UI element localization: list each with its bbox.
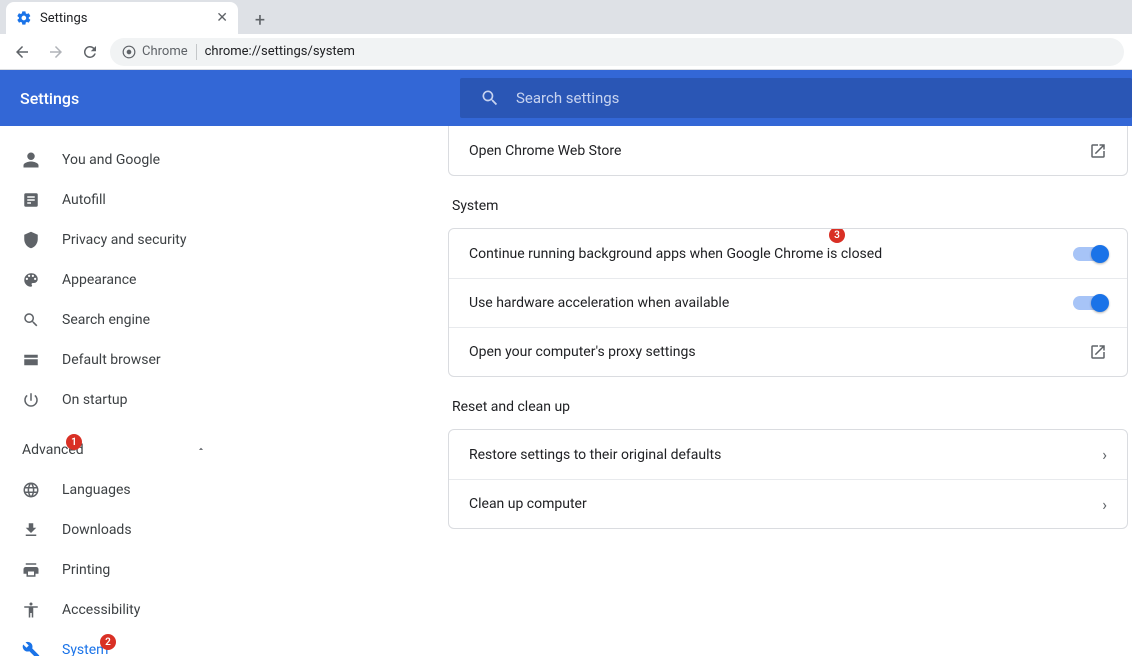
chrome-icon xyxy=(122,45,136,59)
settings-header: Settings Search settings xyxy=(0,70,1132,126)
sidebar-label: Languages xyxy=(62,482,131,498)
row-open-web-store[interactable]: Open Chrome Web Store xyxy=(449,126,1127,175)
omnibox-label: Chrome xyxy=(142,44,188,59)
omnibox-url: chrome://settings/system xyxy=(205,44,355,59)
sidebar-label: Search engine xyxy=(62,312,150,328)
row-label: Open Chrome Web Store xyxy=(469,143,621,159)
omnibox-divider xyxy=(196,44,197,60)
forward-button[interactable] xyxy=(42,38,70,66)
settings-main: Open Chrome Web Store System Continue ru… xyxy=(248,126,1132,656)
tab-title: Settings xyxy=(40,11,87,26)
card-reset: Restore settings to their original defau… xyxy=(448,429,1128,529)
sidebar-label: Printing xyxy=(62,562,110,578)
sidebar-item-search-engine[interactable]: Search engine xyxy=(0,300,248,340)
tab-strip: Settings ✕ + xyxy=(0,0,1132,34)
annotation-badge-3: 3 xyxy=(829,228,845,243)
sidebar-item-privacy[interactable]: Privacy and security xyxy=(0,220,248,260)
sidebar-label: Default browser xyxy=(62,352,161,368)
new-tab-button[interactable]: + xyxy=(246,6,274,34)
row-background-apps[interactable]: Continue running background apps when Go… xyxy=(449,229,1127,278)
sidebar-item-on-startup[interactable]: On startup xyxy=(0,380,248,420)
row-label: Open your computer's proxy settings xyxy=(469,344,696,360)
sidebar-label: Downloads xyxy=(62,522,132,538)
sidebar-item-appearance[interactable]: Appearance xyxy=(0,260,248,300)
search-settings-input[interactable]: Search settings xyxy=(460,78,1132,118)
open-external-icon xyxy=(1089,343,1107,361)
sidebar-item-you-and-google[interactable]: You and Google xyxy=(0,140,248,180)
chevron-right-icon: › xyxy=(1102,495,1107,514)
sidebar-label: Privacy and security xyxy=(62,232,186,248)
reload-button[interactable] xyxy=(76,38,104,66)
browser-tab[interactable]: Settings ✕ xyxy=(6,2,238,34)
row-restore-defaults[interactable]: Restore settings to their original defau… xyxy=(449,430,1127,479)
open-external-icon xyxy=(1089,142,1107,160)
omnibox[interactable]: Chrome chrome://settings/system xyxy=(110,38,1124,66)
sidebar-item-default-browser[interactable]: Default browser xyxy=(0,340,248,380)
row-label: Clean up computer xyxy=(469,496,587,512)
sidebar-label: On startup xyxy=(62,392,128,408)
toggle-hardware-accel[interactable] xyxy=(1073,296,1107,310)
card-system: Continue running background apps when Go… xyxy=(448,228,1128,377)
annotation-badge-1: 1 xyxy=(66,434,82,450)
row-label: Restore settings to their original defau… xyxy=(469,447,721,463)
sidebar-advanced-toggle[interactable]: Advanced 1 xyxy=(0,430,248,470)
site-chip: Chrome xyxy=(122,44,188,59)
settings-gear-icon xyxy=(16,10,32,26)
annotation-badge-2: 2 xyxy=(100,634,116,650)
back-button[interactable] xyxy=(8,38,36,66)
row-proxy-settings[interactable]: Open your computer's proxy settings xyxy=(449,327,1127,376)
sidebar-item-printing[interactable]: Printing xyxy=(0,550,248,590)
sidebar-label: Accessibility xyxy=(62,602,140,618)
section-title-system: System xyxy=(452,198,1128,214)
row-hardware-accel[interactable]: Use hardware acceleration when available xyxy=(449,278,1127,327)
settings-title: Settings xyxy=(20,89,440,108)
sidebar-item-languages[interactable]: Languages xyxy=(0,470,248,510)
sidebar-item-accessibility[interactable]: Accessibility xyxy=(0,590,248,630)
row-label: Use hardware acceleration when available xyxy=(469,295,729,311)
close-tab-icon[interactable]: ✕ xyxy=(216,10,228,26)
search-placeholder: Search settings xyxy=(516,89,619,107)
chevron-up-icon xyxy=(196,442,206,458)
row-cleanup-computer[interactable]: Clean up computer › xyxy=(449,479,1127,528)
chevron-right-icon: › xyxy=(1102,445,1107,464)
sidebar-item-autofill[interactable]: Autofill xyxy=(0,180,248,220)
search-icon xyxy=(480,88,500,108)
sidebar-item-system[interactable]: System 2 xyxy=(0,630,248,656)
sidebar-label: Autofill xyxy=(62,192,106,208)
row-label: Continue running background apps when Go… xyxy=(469,246,882,262)
sidebar-item-downloads[interactable]: Downloads xyxy=(0,510,248,550)
settings-sidebar: You and Google Autofill Privacy and secu… xyxy=(0,126,248,656)
sidebar-label: You and Google xyxy=(62,152,160,168)
toggle-background-apps[interactable] xyxy=(1073,247,1107,261)
sidebar-label: Appearance xyxy=(62,272,136,288)
section-title-reset: Reset and clean up xyxy=(452,399,1128,415)
browser-toolbar: Chrome chrome://settings/system xyxy=(0,34,1132,70)
